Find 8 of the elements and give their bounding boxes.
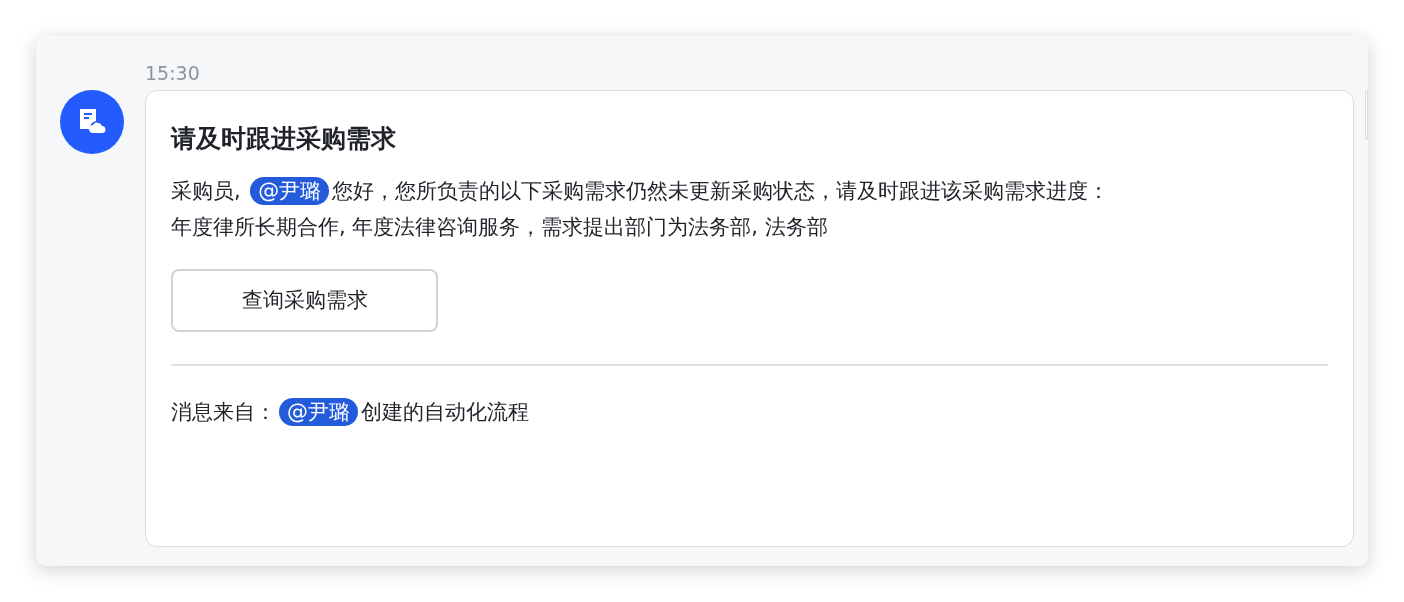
message-text: 采购员, @尹璐 您好，您所负责的以下采购需求仍然未更新采购状态，请及时跟进该采购需求进度： xyxy=(171,176,1111,207)
card-title: 请及时跟进采购需求 xyxy=(171,123,397,155)
mention-link[interactable]: @尹璐 xyxy=(250,177,330,205)
query-button[interactable]: 查询采购需求 xyxy=(171,269,438,332)
footer-text: 消息来自： @尹璐 创建的自动化流程 xyxy=(171,397,530,428)
detail-text: 年度律所长期合作, 年度法律咨询服务，需求提出部门为法务部, 法务部 xyxy=(171,214,829,241)
message-time: 15:30 xyxy=(145,61,201,86)
mention-link[interactable]: @尹璐 xyxy=(279,398,358,426)
